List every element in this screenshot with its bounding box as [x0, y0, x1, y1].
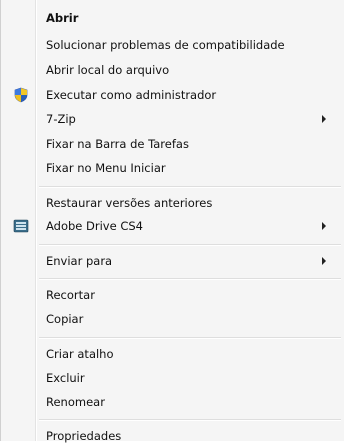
- menu-item-properties[interactable]: Propriedades: [2, 425, 340, 447]
- menu-item-open-file-location[interactable]: Abrir local do arquivo: [2, 59, 340, 81]
- menu-item-label: Restaurar versões anteriores: [46, 196, 213, 210]
- submenu-arrow-icon: [322, 115, 326, 123]
- uac-shield-icon: [13, 87, 29, 103]
- menu-item-cut[interactable]: Recortar: [2, 284, 340, 306]
- menu-item-label: Executar como administrador: [46, 88, 217, 102]
- menu-item-create-shortcut[interactable]: Criar atalho: [2, 343, 340, 365]
- menu-item-adobe-drive[interactable]: Adobe Drive CS4: [2, 215, 340, 237]
- menu-item-label: Propriedades: [46, 429, 122, 443]
- submenu-arrow-icon: [322, 257, 326, 265]
- menu-item-label: Abrir local do arquivo: [46, 63, 170, 77]
- menu-item-open[interactable]: Abrir: [2, 7, 340, 29]
- context-menu: Abrir Solucionar problemas de compatibil…: [0, 0, 344, 443]
- menu-item-label: 7-Zip: [46, 112, 76, 126]
- menu-item-restore-previous-versions[interactable]: Restaurar versões anteriores: [2, 192, 340, 214]
- menu-item-label: Renomear: [46, 395, 105, 409]
- menu-item-label: Solucionar problemas de compatibilidade: [46, 38, 285, 52]
- menu-item-7zip[interactable]: 7-Zip: [2, 108, 340, 130]
- menu-item-troubleshoot-compatibility[interactable]: Solucionar problemas de compatibilidade: [2, 34, 340, 56]
- menu-item-pin-to-start-menu[interactable]: Fixar no Menu Iniciar: [2, 157, 340, 179]
- submenu-arrow-icon: [322, 222, 326, 230]
- menu-separator: [39, 186, 341, 188]
- menu-item-label: Excluir: [46, 371, 85, 385]
- menu-separator: [39, 419, 341, 421]
- menu-separator: [39, 337, 341, 339]
- menu-item-label: Enviar para: [46, 254, 113, 268]
- menu-item-send-to[interactable]: Enviar para: [2, 250, 340, 272]
- menu-item-label: Criar atalho: [46, 347, 114, 361]
- menu-separator: [39, 244, 341, 246]
- menu-item-label: Adobe Drive CS4: [46, 219, 143, 233]
- menu-item-pin-to-taskbar[interactable]: Fixar na Barra de Tarefas: [2, 133, 340, 155]
- menu-item-delete[interactable]: Excluir: [2, 367, 340, 389]
- menu-item-run-as-administrator[interactable]: Executar como administrador: [2, 84, 340, 106]
- menu-item-label: Recortar: [46, 288, 95, 302]
- menu-item-label: Copiar: [46, 312, 84, 326]
- adobe-drive-icon: [13, 218, 29, 234]
- menu-separator: [39, 278, 341, 280]
- menu-item-rename[interactable]: Renomear: [2, 391, 340, 413]
- menu-item-label: Abrir: [46, 11, 79, 25]
- menu-item-label: Fixar na Barra de Tarefas: [46, 137, 189, 151]
- menu-item-label: Fixar no Menu Iniciar: [46, 161, 166, 175]
- menu-item-copy[interactable]: Copiar: [2, 308, 340, 330]
